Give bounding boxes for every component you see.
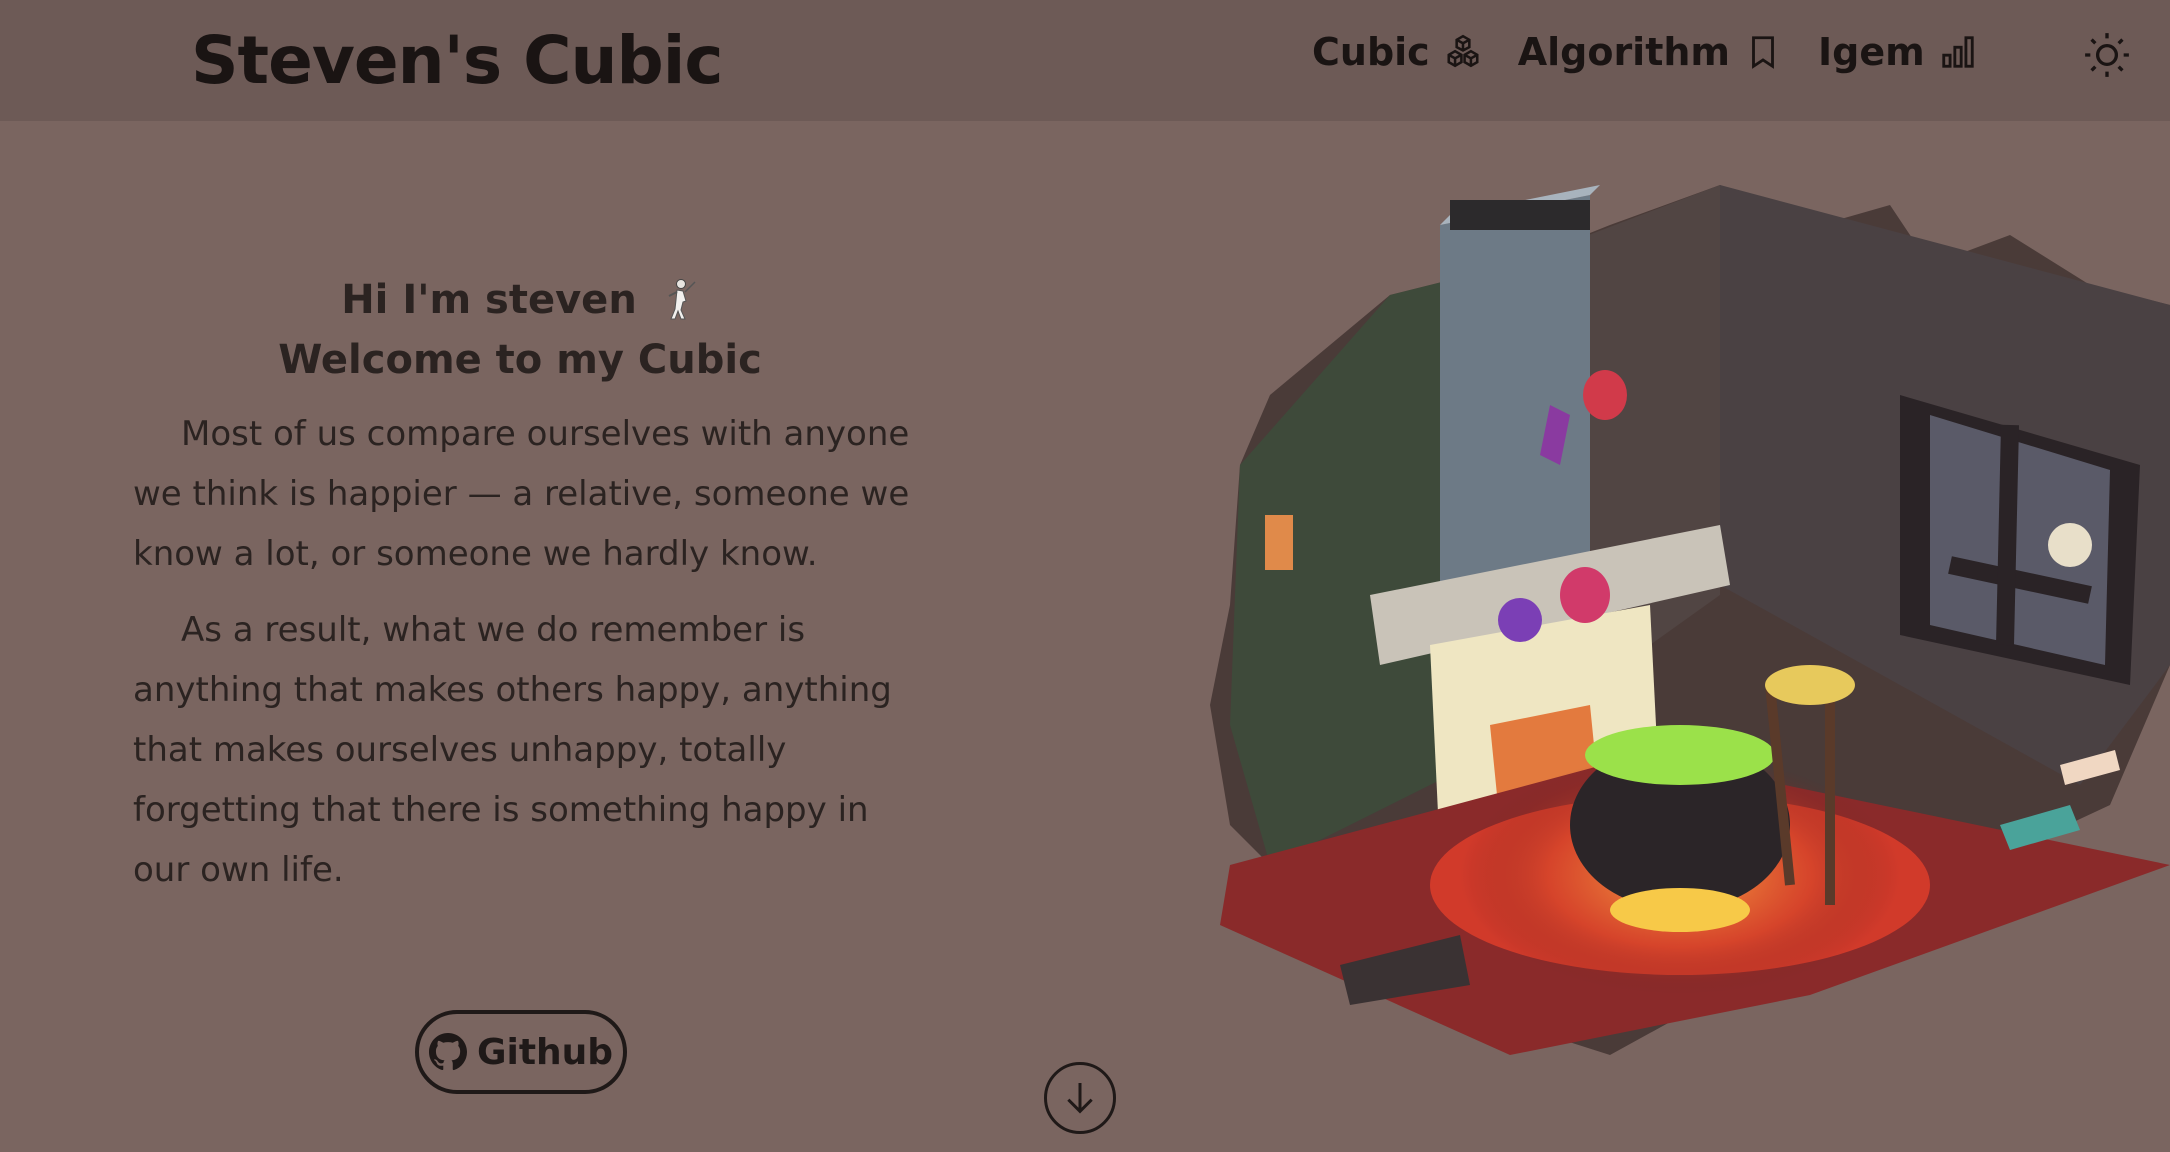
nav-links: Cubic Algorithm Igem <box>1312 30 1977 74</box>
nav-item-algorithm[interactable]: Algorithm <box>1518 30 1782 74</box>
intro-paragraph-2: As a result, what we do remember is anyt… <box>133 610 892 890</box>
navbar: Steven's Cubic Cubic Algorithm Igem <box>0 0 2170 121</box>
fencer-icon <box>668 279 696 320</box>
nav-item-label: Igem <box>1818 30 1925 74</box>
sun-icon <box>2085 33 2129 77</box>
boxes-icon <box>1447 34 1479 68</box>
github-icon <box>428 1033 467 1071</box>
github-button-label: Github <box>476 1031 614 1073</box>
site-title[interactable]: Steven's Cubic <box>191 22 723 99</box>
greeting-line-1: Hi I'm steven <box>341 277 637 323</box>
github-button[interactable]: Github <box>415 1010 627 1094</box>
bookmark-icon <box>1752 36 1774 69</box>
arrow-down-icon <box>1067 1083 1093 1114</box>
theme-toggle[interactable] <box>2082 30 2132 80</box>
nav-item-igem[interactable]: Igem <box>1818 30 1977 74</box>
greeting-line-2: Welcome to my Cubic <box>278 337 762 383</box>
witch-room-illustration <box>1210 185 2170 1055</box>
intro-paragraph-1: Most of us compare ourselves with anyone… <box>133 414 910 574</box>
nav-item-label: Algorithm <box>1517 30 1731 74</box>
nav-item-cubic[interactable]: Cubic <box>1312 30 1482 74</box>
bar-chart-icon <box>1942 36 1974 68</box>
greeting: Hi I'm steven Welcome to my Cubic <box>110 270 930 390</box>
scroll-down-button[interactable] <box>1044 1062 1116 1134</box>
intro-section: Hi I'm steven Welcome to my Cubic Most o… <box>110 270 930 900</box>
nav-item-label: Cubic <box>1312 30 1430 74</box>
